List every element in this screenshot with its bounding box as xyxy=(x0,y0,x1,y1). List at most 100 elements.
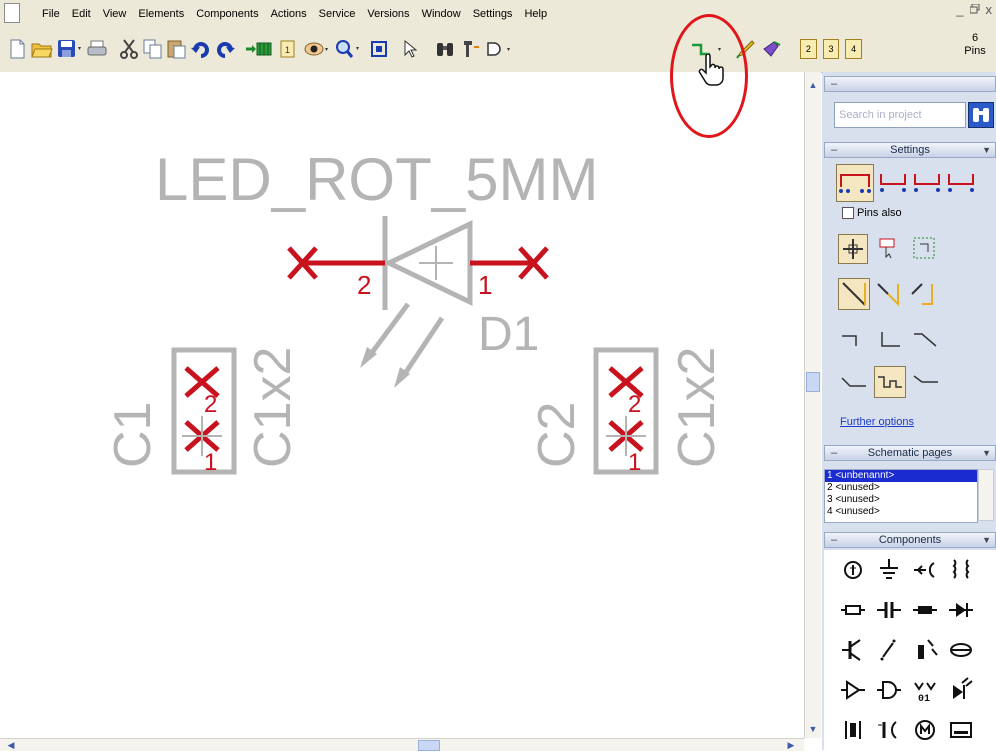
schematic-canvas[interactable]: LED_ROT_5MM 2 1 D1 2 1 C1 C1x2 2 1 C2 C1… xyxy=(0,72,804,738)
component-switch[interactable] xyxy=(874,636,904,664)
menu-components[interactable]: Components xyxy=(190,8,264,20)
menu-elements[interactable]: Elements xyxy=(132,8,190,20)
component-source[interactable] xyxy=(838,556,868,584)
settings-header[interactable]: – Settings ▼ xyxy=(824,142,996,158)
diagonal-mode-3-button[interactable] xyxy=(908,280,938,310)
zoom-button[interactable] xyxy=(334,38,364,60)
component-led[interactable] xyxy=(946,676,976,704)
connector-c2-symbol[interactable] xyxy=(593,347,659,475)
find-button[interactable] xyxy=(434,38,456,60)
view-button[interactable] xyxy=(302,38,332,60)
wire-style-1-button[interactable] xyxy=(836,164,874,202)
scroll-up-arrow[interactable]: ▲ xyxy=(806,78,820,92)
restore-button[interactable] xyxy=(969,2,980,17)
schematic-pages-header[interactable]: – Schematic pages ▼ xyxy=(824,445,996,461)
vertical-scrollbar[interactable]: ▲ ▼ xyxy=(804,72,821,738)
horizontal-scrollbar[interactable]: ◀ ▶ xyxy=(0,738,804,751)
component-lamp[interactable] xyxy=(946,636,976,664)
pins-also-checkbox[interactable]: Pins also xyxy=(842,207,902,219)
layer-4-button[interactable]: 4 xyxy=(845,39,863,59)
page-item[interactable]: 4 <unused> xyxy=(825,506,977,518)
component-display[interactable] xyxy=(946,716,976,744)
probe-tool-button[interactable] xyxy=(760,38,784,60)
component-crystal[interactable] xyxy=(838,716,868,744)
route-style-2-button[interactable] xyxy=(876,328,906,358)
component-electrolytic-capacitor[interactable] xyxy=(874,716,904,744)
menu-settings[interactable]: Settings xyxy=(467,8,519,20)
component-photo-device[interactable] xyxy=(910,636,940,664)
minimize-button[interactable]: _ xyxy=(956,2,963,17)
page-item[interactable]: 2 <unused> xyxy=(825,482,977,494)
components-header[interactable]: – Components ▼ xyxy=(824,532,996,548)
print-button[interactable] xyxy=(86,38,108,60)
menu-view[interactable]: View xyxy=(97,8,133,20)
add-component-button[interactable] xyxy=(244,38,274,60)
menu-service[interactable]: Service xyxy=(313,8,362,20)
component-resistor[interactable] xyxy=(838,596,868,624)
route-style-5-button[interactable] xyxy=(874,366,906,398)
component-ground[interactable] xyxy=(874,556,904,584)
component-counter[interactable]: 01 xyxy=(910,676,940,704)
menu-window[interactable]: Window xyxy=(416,8,467,20)
layer-2-button[interactable]: 2 xyxy=(800,39,817,59)
cut-button[interactable] xyxy=(118,38,140,60)
layer-3-button[interactable]: 3 xyxy=(822,39,840,59)
component-transformer[interactable] xyxy=(946,556,976,584)
route-style-4-button[interactable] xyxy=(840,368,870,398)
page-one-button[interactable]: 1 xyxy=(278,38,298,60)
route-style-1-button[interactable] xyxy=(840,328,870,358)
open-button[interactable] xyxy=(30,38,54,60)
grid-tool-button[interactable] xyxy=(910,234,940,264)
component-buffer[interactable] xyxy=(838,676,868,704)
redo-button[interactable] xyxy=(214,38,236,60)
menu-actions[interactable]: Actions xyxy=(265,8,313,20)
pages-scrollbar[interactable] xyxy=(978,469,994,521)
route-style-6-button[interactable] xyxy=(912,368,942,398)
copy-button[interactable] xyxy=(142,38,164,60)
component-transistor[interactable] xyxy=(838,636,868,664)
route-style-3-button[interactable] xyxy=(912,328,942,358)
diagonal-mode-1-button[interactable] xyxy=(838,278,870,310)
new-button[interactable] xyxy=(6,38,28,60)
component-meter[interactable] xyxy=(910,716,940,744)
component-fuse[interactable] xyxy=(910,596,940,624)
wire-style-2-button[interactable] xyxy=(878,168,908,198)
pen-tool-button[interactable] xyxy=(734,38,758,60)
horizontal-scroll-thumb[interactable] xyxy=(418,740,440,751)
menu-help[interactable]: Help xyxy=(518,8,553,20)
menu-versions[interactable]: Versions xyxy=(361,8,415,20)
vertical-scroll-thumb[interactable] xyxy=(806,372,820,392)
further-options-link[interactable]: Further options xyxy=(840,416,914,428)
diagonal-mode-2-button[interactable] xyxy=(874,280,904,310)
undo-button[interactable] xyxy=(190,38,212,60)
diagonal-line-icon xyxy=(842,282,866,306)
close-button[interactable]: x xyxy=(986,2,993,17)
menu-file[interactable]: File xyxy=(36,8,66,20)
component-diode[interactable] xyxy=(946,596,976,624)
panel-top-header[interactable]: – xyxy=(824,76,996,92)
component-jack[interactable] xyxy=(910,556,940,584)
page-item[interactable]: 3 <unused> xyxy=(825,494,977,506)
crosshair-tool-button[interactable] xyxy=(838,234,868,264)
paste-button[interactable] xyxy=(166,38,188,60)
save-button[interactable] xyxy=(56,38,84,60)
resistor-icon xyxy=(841,605,865,615)
wire-style-3-button[interactable] xyxy=(912,168,942,198)
select-button[interactable] xyxy=(400,38,420,60)
scroll-down-arrow[interactable]: ▼ xyxy=(806,722,820,736)
search-button[interactable] xyxy=(968,102,994,128)
voltage-source-icon xyxy=(844,561,862,579)
zoom-fit-button[interactable] xyxy=(368,38,390,60)
component-capacitor[interactable] xyxy=(874,596,904,624)
snap-tool-button[interactable] xyxy=(874,234,904,264)
search-input[interactable]: Search in project xyxy=(834,102,966,128)
pins-button[interactable]: 6 Pins xyxy=(958,32,992,66)
menu-edit[interactable]: Edit xyxy=(66,8,97,20)
wire-style-4-button[interactable] xyxy=(946,168,976,198)
gate-button[interactable] xyxy=(484,38,514,60)
led-symbol[interactable] xyxy=(360,216,473,388)
component-and-gate[interactable] xyxy=(874,676,904,704)
component-properties-button[interactable] xyxy=(460,38,482,60)
meter-icon xyxy=(915,720,935,740)
page-item[interactable]: 1 <unbenannt> xyxy=(825,470,977,482)
